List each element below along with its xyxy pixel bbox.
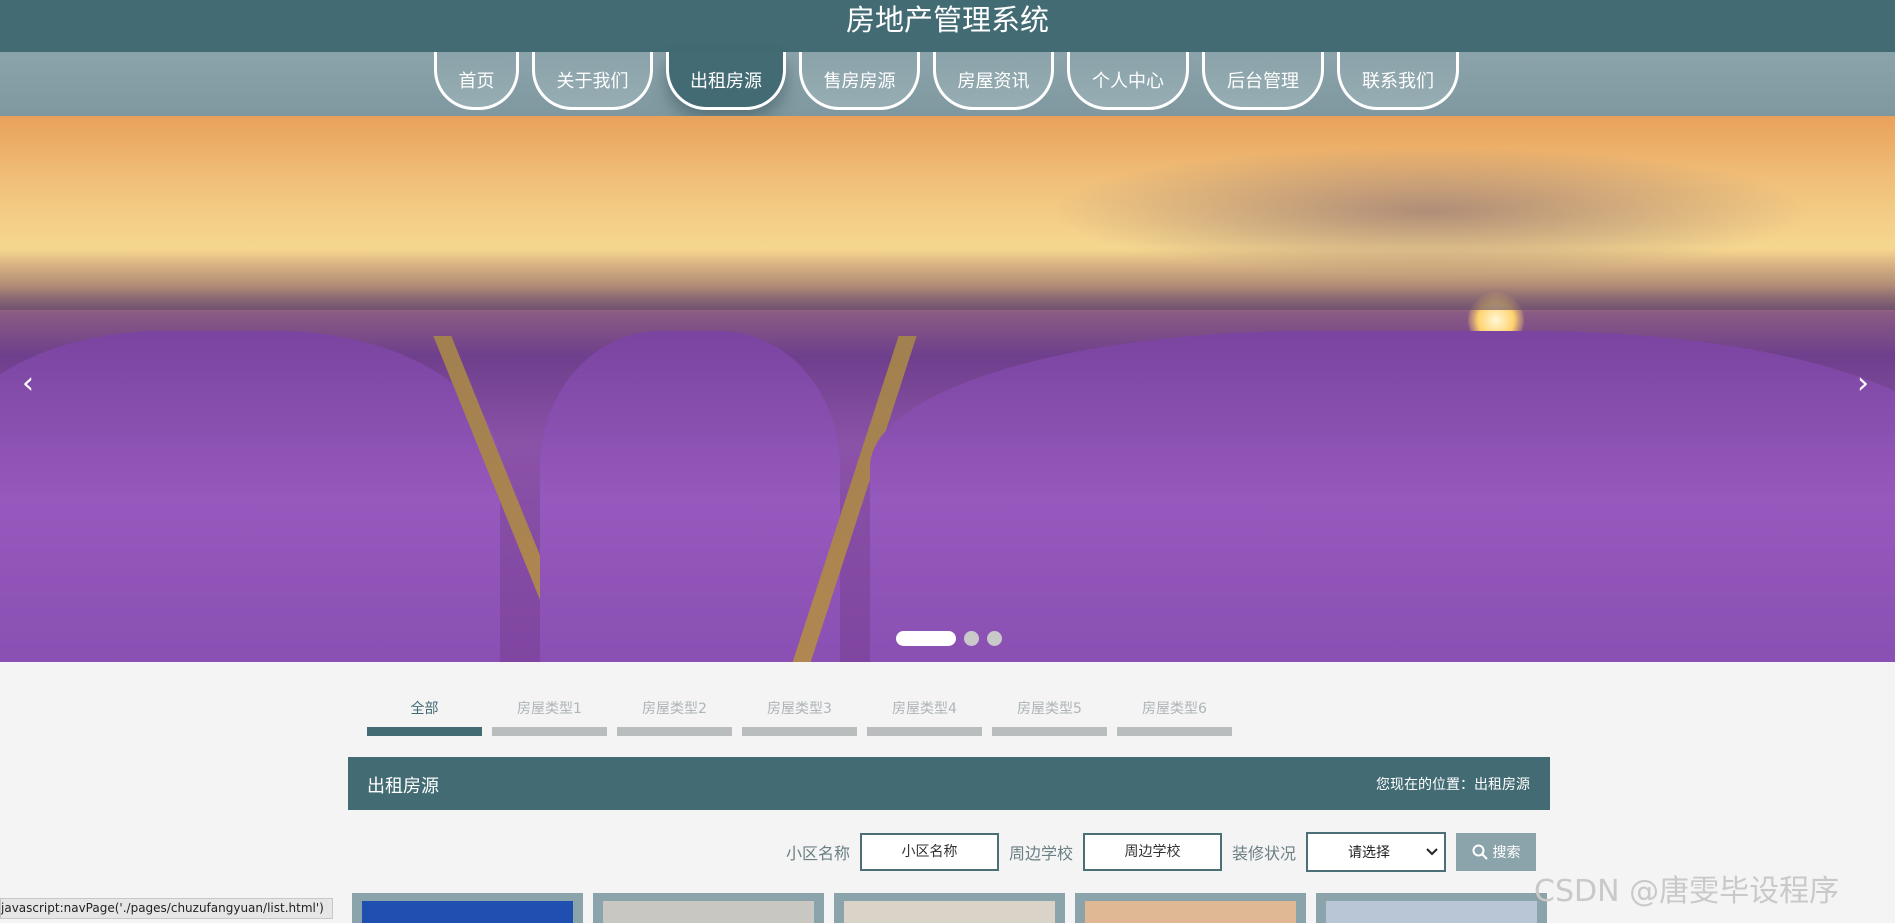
hero-carousel[interactable]: ‹ › — [0, 116, 1895, 662]
nav-bar: 首页 关于我们 出租房源 售房房源 房屋资讯 个人中心 后台管理 联系我们 — [0, 52, 1895, 116]
section-title: 出租房源 — [367, 776, 439, 797]
carousel-prev-icon[interactable]: ‹ — [22, 366, 34, 401]
search-icon — [1472, 844, 1488, 860]
listing-card[interactable] — [352, 893, 583, 923]
carousel-indicators — [896, 631, 1002, 646]
tab-underline — [617, 727, 732, 736]
listing-card[interactable] — [1075, 893, 1306, 923]
nav-item-sale[interactable]: 售房房源 — [799, 52, 920, 110]
carousel-next-icon[interactable]: › — [1857, 366, 1869, 401]
decoration-select-value: 请选择 — [1348, 845, 1391, 861]
decoration-label: 装修状况 — [1232, 844, 1297, 863]
tab-underline — [492, 727, 607, 736]
listing-card[interactable] — [1316, 893, 1547, 923]
tab-type-4[interactable]: 房屋类型4 — [867, 698, 982, 736]
nav-item-rental[interactable]: 出租房源 — [666, 52, 786, 110]
nav-item-admin[interactable]: 后台管理 — [1202, 52, 1324, 110]
top-header: 房地产管理系统 — [0, 0, 1895, 52]
listing-cards — [352, 893, 1547, 923]
tab-all[interactable]: 全部 — [367, 698, 482, 736]
lavender-row — [540, 331, 840, 662]
carousel-dot[interactable] — [964, 631, 979, 646]
listing-thumbnail — [362, 901, 573, 923]
nav-item-home[interactable]: 首页 — [434, 52, 519, 110]
carousel-dot[interactable] — [987, 631, 1002, 646]
community-input[interactable]: 小区名称 — [860, 833, 1000, 871]
chevron-down-icon — [1426, 848, 1438, 856]
listing-thumbnail — [1085, 901, 1296, 923]
breadcrumb: 您现在的位置：出租房源 — [1376, 777, 1530, 793]
decoration-select[interactable]: 请选择 — [1306, 832, 1447, 872]
listing-thumbnail — [1326, 901, 1537, 923]
tab-type-5[interactable]: 房屋类型5 — [992, 698, 1107, 736]
lavender-row — [0, 331, 500, 662]
search-button-label: 搜索 — [1492, 845, 1521, 861]
nav-item-news[interactable]: 房屋资讯 — [933, 52, 1054, 110]
tab-underline — [1117, 727, 1232, 736]
banner-hills — [0, 250, 1895, 310]
tab-underline — [742, 727, 857, 736]
category-tabs: 全部 房屋类型1 房屋类型2 房屋类型3 房屋类型4 房屋类型5 房屋类型6 — [367, 698, 1232, 736]
nav-item-profile[interactable]: 个人中心 — [1067, 52, 1189, 110]
tab-type-3[interactable]: 房屋类型3 — [742, 698, 857, 736]
tab-underline — [367, 727, 482, 736]
listing-thumbnail — [603, 901, 814, 923]
section-header: 出租房源 您现在的位置：出租房源 — [348, 757, 1550, 810]
carousel-dot[interactable] — [896, 631, 956, 646]
tab-type-6[interactable]: 房屋类型6 — [1117, 698, 1232, 736]
status-bar-url: javascript:navPage('./pages/chuzufangyua… — [0, 898, 333, 919]
community-label: 小区名称 — [786, 844, 851, 863]
tab-type-1[interactable]: 房屋类型1 — [492, 698, 607, 736]
nav-menu: 首页 关于我们 出租房源 售房房源 房屋资讯 个人中心 后台管理 联系我们 — [434, 52, 1472, 116]
search-button[interactable]: 搜索 — [1456, 833, 1537, 871]
tab-underline — [992, 727, 1107, 736]
listing-thumbnail — [844, 901, 1055, 923]
lavender-row — [870, 331, 1895, 662]
listing-card[interactable] — [593, 893, 824, 923]
tab-underline — [867, 727, 982, 736]
school-label: 周边学校 — [1009, 844, 1074, 863]
tab-type-2[interactable]: 房屋类型2 — [617, 698, 732, 736]
nav-item-about[interactable]: 关于我们 — [532, 52, 653, 110]
search-bar: 小区名称 小区名称 周边学校 周边学校 装修状况 请选择 搜索 — [786, 832, 1537, 872]
site-title: 房地产管理系统 — [845, 3, 1049, 37]
listing-card[interactable] — [834, 893, 1065, 923]
nav-item-contact[interactable]: 联系我们 — [1337, 52, 1459, 110]
school-input[interactable]: 周边学校 — [1083, 833, 1223, 871]
csdn-watermark: CSDN @唐雯毕设程序 — [1534, 874, 1840, 909]
